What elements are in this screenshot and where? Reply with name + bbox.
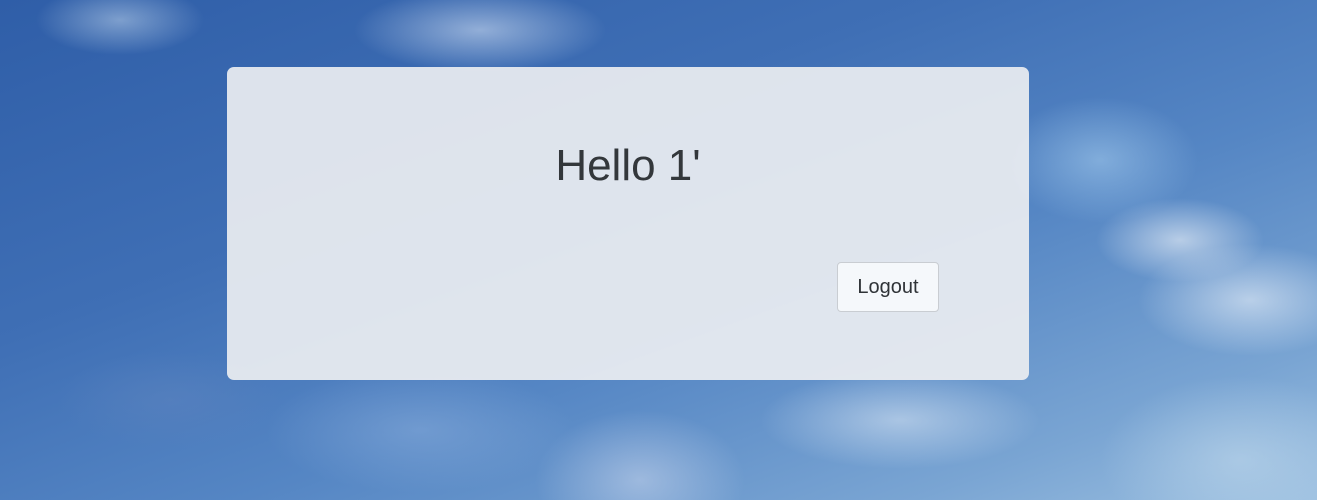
logout-button[interactable]: Logout <box>837 262 939 312</box>
greeting-heading: Hello 1' <box>555 141 701 190</box>
welcome-card: Hello 1' Logout <box>227 67 1029 380</box>
page-background: { "greeting": { "text": "Hello 1'" }, "a… <box>0 0 1317 500</box>
